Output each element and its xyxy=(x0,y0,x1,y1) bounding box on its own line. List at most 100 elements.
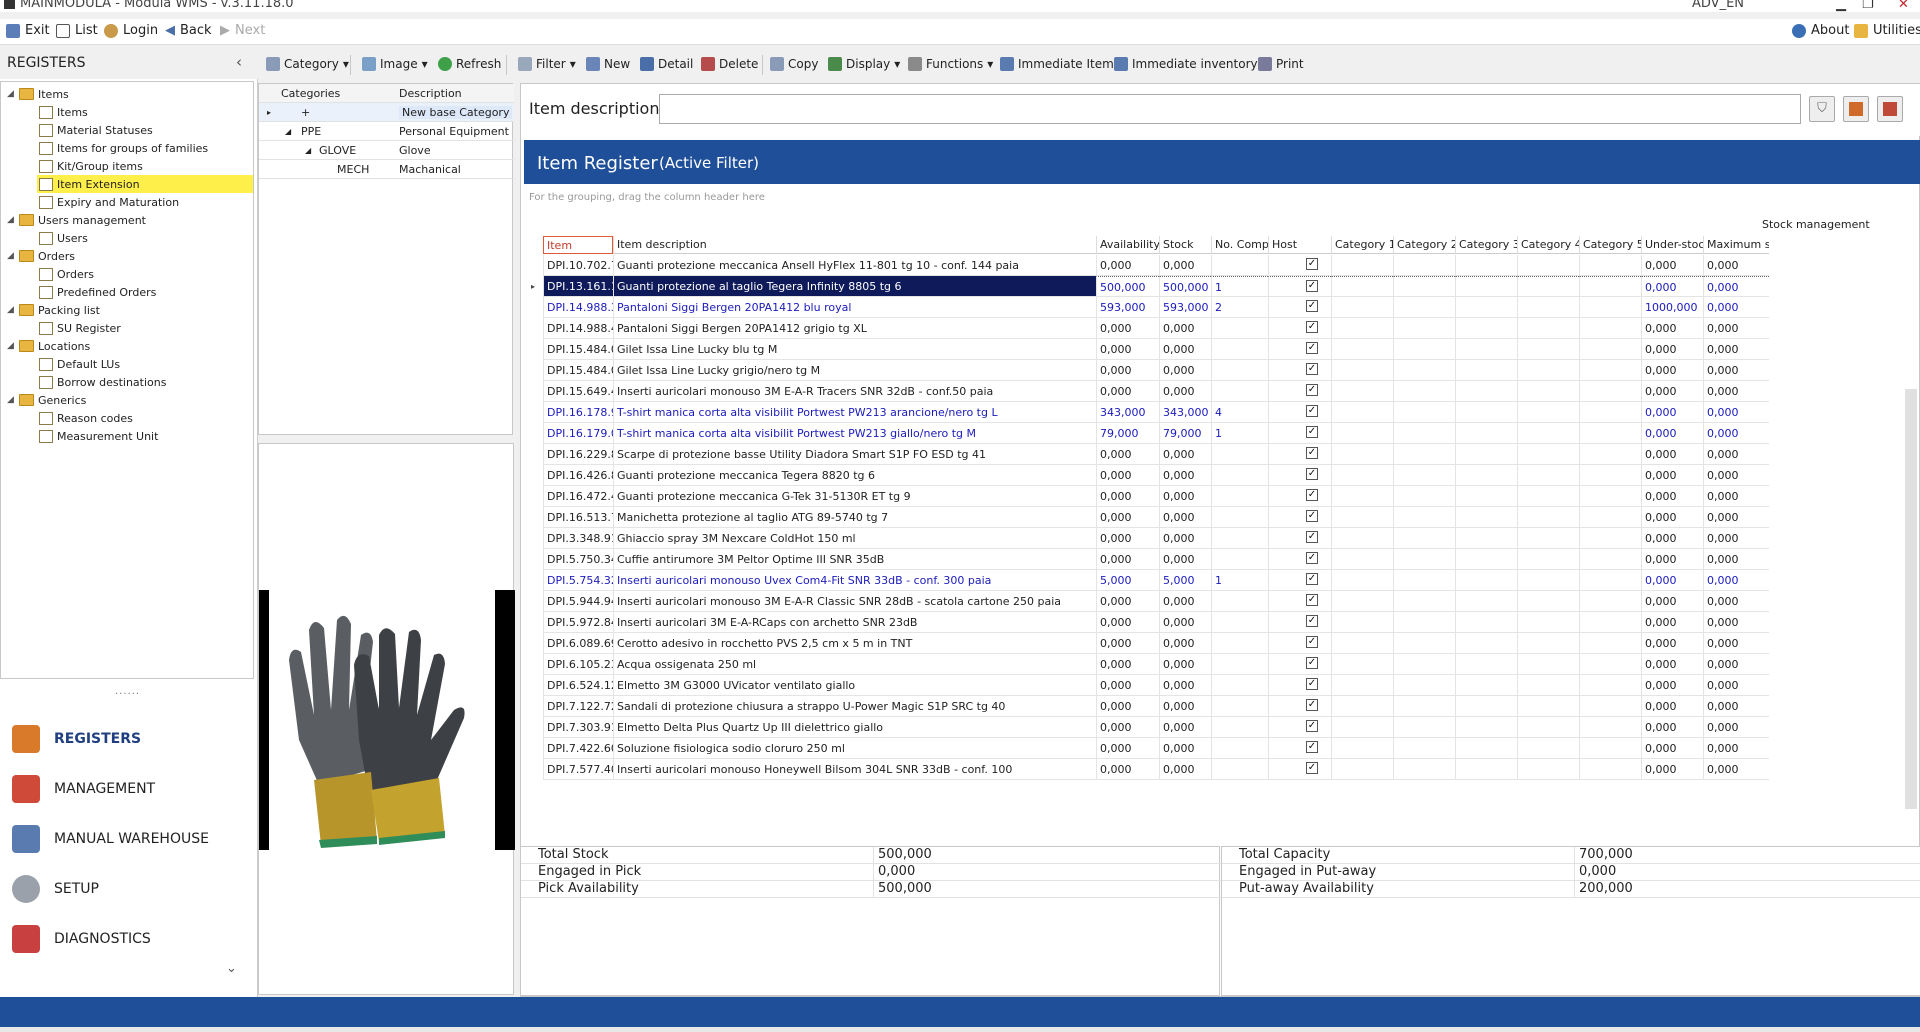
table-row[interactable]: DPI.7.422.607Soluzione fisiologica sodio… xyxy=(521,738,1920,759)
cell-item[interactable]: DPI.16.472.452 xyxy=(543,486,613,507)
table-row[interactable]: DPI.5.944.948Inserti auricolari monouso … xyxy=(521,591,1920,612)
cell-category[interactable] xyxy=(1517,612,1579,633)
cell-category[interactable] xyxy=(1579,465,1641,486)
cell-no-comp[interactable] xyxy=(1211,381,1268,402)
cell-category[interactable] xyxy=(1517,297,1579,318)
cell-category[interactable] xyxy=(1393,591,1455,612)
cell-item[interactable]: DPI.5.750.345 xyxy=(543,549,613,570)
cell-category[interactable] xyxy=(1517,570,1579,591)
cell-host[interactable]: ✓ xyxy=(1268,255,1331,276)
table-row[interactable]: DPI.16.472.452Guanti protezione meccanic… xyxy=(521,486,1920,507)
cell-category[interactable] xyxy=(1331,444,1393,465)
cell-under-stock[interactable]: 0,000 xyxy=(1641,402,1703,423)
cell-no-comp[interactable] xyxy=(1211,675,1268,696)
cell-stock[interactable]: 5,000 xyxy=(1159,570,1211,591)
cell-no-comp[interactable] xyxy=(1211,465,1268,486)
cell-availability[interactable]: 79,000 xyxy=(1096,423,1159,444)
cell-item[interactable]: DPI.16.513.795 xyxy=(543,507,613,528)
tree-leaf-node[interactable]: Items for groups of families xyxy=(39,139,208,157)
cell-category[interactable] xyxy=(1579,591,1641,612)
cell-under-stock[interactable]: 0,000 xyxy=(1641,549,1703,570)
cell-under-stock[interactable]: 0,000 xyxy=(1641,717,1703,738)
column-header-category-5[interactable]: Category 5 xyxy=(1579,236,1641,254)
cell-category[interactable] xyxy=(1455,507,1517,528)
category-row[interactable]: ▸ + New base Category xyxy=(259,103,514,122)
cell-host[interactable]: ✓ xyxy=(1268,570,1331,591)
cell-no-comp[interactable]: 1 xyxy=(1211,570,1268,591)
cell-category[interactable] xyxy=(1331,507,1393,528)
cell-stock[interactable]: 343,000 xyxy=(1159,402,1211,423)
column-header-category-4[interactable]: Category 4 xyxy=(1517,236,1579,254)
cell-host[interactable]: ✓ xyxy=(1268,423,1331,444)
cell-category[interactable] xyxy=(1517,675,1579,696)
cell-availability[interactable]: 0,000 xyxy=(1096,528,1159,549)
cell-item[interactable]: DPI.5.754.326 xyxy=(543,570,613,591)
column-header-category-3[interactable]: Category 3 xyxy=(1455,236,1517,254)
category-row[interactable]: MECH Machanical xyxy=(259,160,514,179)
checkbox-icon[interactable]: ✓ xyxy=(1306,405,1318,417)
cell-maximum-stock[interactable]: 0,000 xyxy=(1703,486,1769,507)
tree-leaf-node[interactable]: Expiry and Maturation xyxy=(39,193,179,211)
table-row[interactable]: DPI.3.348.912Ghiaccio spray 3M Nexcare C… xyxy=(521,528,1920,549)
back-button[interactable]: ◀ Back xyxy=(165,23,212,38)
cell-stock[interactable]: 0,000 xyxy=(1159,633,1211,654)
delete-button[interactable]: Delete xyxy=(701,57,758,71)
table-row[interactable]: DPI.15.484.081Gilet Issa Line Lucky grig… xyxy=(521,360,1920,381)
cell-availability[interactable]: 0,000 xyxy=(1096,465,1159,486)
cell-category[interactable] xyxy=(1331,318,1393,339)
cell-stock[interactable]: 0,000 xyxy=(1159,717,1211,738)
cell-maximum-stock[interactable]: 0,000 xyxy=(1703,570,1769,591)
table-row[interactable]: DPI.16.178.956T-shirt manica corta alta … xyxy=(521,402,1920,423)
cell-host[interactable]: ✓ xyxy=(1268,318,1331,339)
table-row[interactable]: DPI.5.750.345Cuffie antirumore 3M Peltor… xyxy=(521,549,1920,570)
cell-category[interactable] xyxy=(1517,486,1579,507)
restore-icon[interactable]: ❐ xyxy=(1862,0,1874,12)
cell-no-comp[interactable] xyxy=(1211,696,1268,717)
cell-host[interactable]: ✓ xyxy=(1268,591,1331,612)
tree-group-node[interactable]: ◢ Items xyxy=(7,85,69,103)
cell-maximum-stock[interactable]: 0,000 xyxy=(1703,318,1769,339)
cell-host[interactable]: ✓ xyxy=(1268,696,1331,717)
functions-button[interactable]: Functions ▾ xyxy=(908,57,993,71)
table-row[interactable]: DPI.6.105.239Acqua ossigenata 250 ml0,00… xyxy=(521,654,1920,675)
cell-category[interactable] xyxy=(1455,528,1517,549)
cell-no-comp[interactable] xyxy=(1211,528,1268,549)
column-header-availability[interactable]: Availability xyxy=(1096,236,1159,254)
cell-no-comp[interactable] xyxy=(1211,633,1268,654)
cell-item[interactable]: DPI.5.972.843 xyxy=(543,612,613,633)
table-row[interactable]: DPI.5.754.326Inserti auricolari monouso … xyxy=(521,570,1920,591)
cell-category[interactable] xyxy=(1393,633,1455,654)
checkbox-icon[interactable]: ✓ xyxy=(1306,384,1318,396)
cell-category[interactable] xyxy=(1455,381,1517,402)
splitter-grip[interactable]: ...... xyxy=(115,686,140,697)
cell-maximum-stock[interactable]: 0,000 xyxy=(1703,339,1769,360)
cell-category[interactable] xyxy=(1579,696,1641,717)
checkbox-icon[interactable]: ✓ xyxy=(1306,426,1318,438)
cell-category[interactable] xyxy=(1455,717,1517,738)
tree-leaf-node[interactable]: Users xyxy=(39,229,88,247)
checkbox-icon[interactable]: ✓ xyxy=(1306,510,1318,522)
cell-category[interactable] xyxy=(1455,633,1517,654)
cell-category[interactable] xyxy=(1517,696,1579,717)
cell-category[interactable] xyxy=(1579,255,1641,276)
cell-category[interactable] xyxy=(1579,675,1641,696)
cell-under-stock[interactable]: 0,000 xyxy=(1641,759,1703,780)
cell-category[interactable] xyxy=(1579,297,1641,318)
cell-category[interactable] xyxy=(1455,339,1517,360)
checkbox-icon[interactable]: ✓ xyxy=(1306,280,1318,292)
checkbox-icon[interactable]: ✓ xyxy=(1306,300,1318,312)
cell-category[interactable] xyxy=(1393,654,1455,675)
cell-category[interactable] xyxy=(1331,339,1393,360)
checkbox-icon[interactable]: ✓ xyxy=(1306,762,1318,774)
cell-category[interactable] xyxy=(1579,276,1641,297)
cell-item-description[interactable]: Guanti protezione meccanica Ansell HyFle… xyxy=(613,255,1096,276)
table-row[interactable]: DPI.5.972.843Inserti auricolari 3M E-A-R… xyxy=(521,612,1920,633)
cell-category[interactable] xyxy=(1331,255,1393,276)
nav-management[interactable]: MANAGEMENT xyxy=(12,769,155,809)
cell-category[interactable] xyxy=(1455,759,1517,780)
cell-no-comp[interactable]: 4 xyxy=(1211,402,1268,423)
cell-availability[interactable]: 593,000 xyxy=(1096,297,1159,318)
cell-category[interactable] xyxy=(1579,339,1641,360)
cell-item[interactable]: DPI.14.988.325 xyxy=(543,297,613,318)
cell-availability[interactable]: 0,000 xyxy=(1096,654,1159,675)
